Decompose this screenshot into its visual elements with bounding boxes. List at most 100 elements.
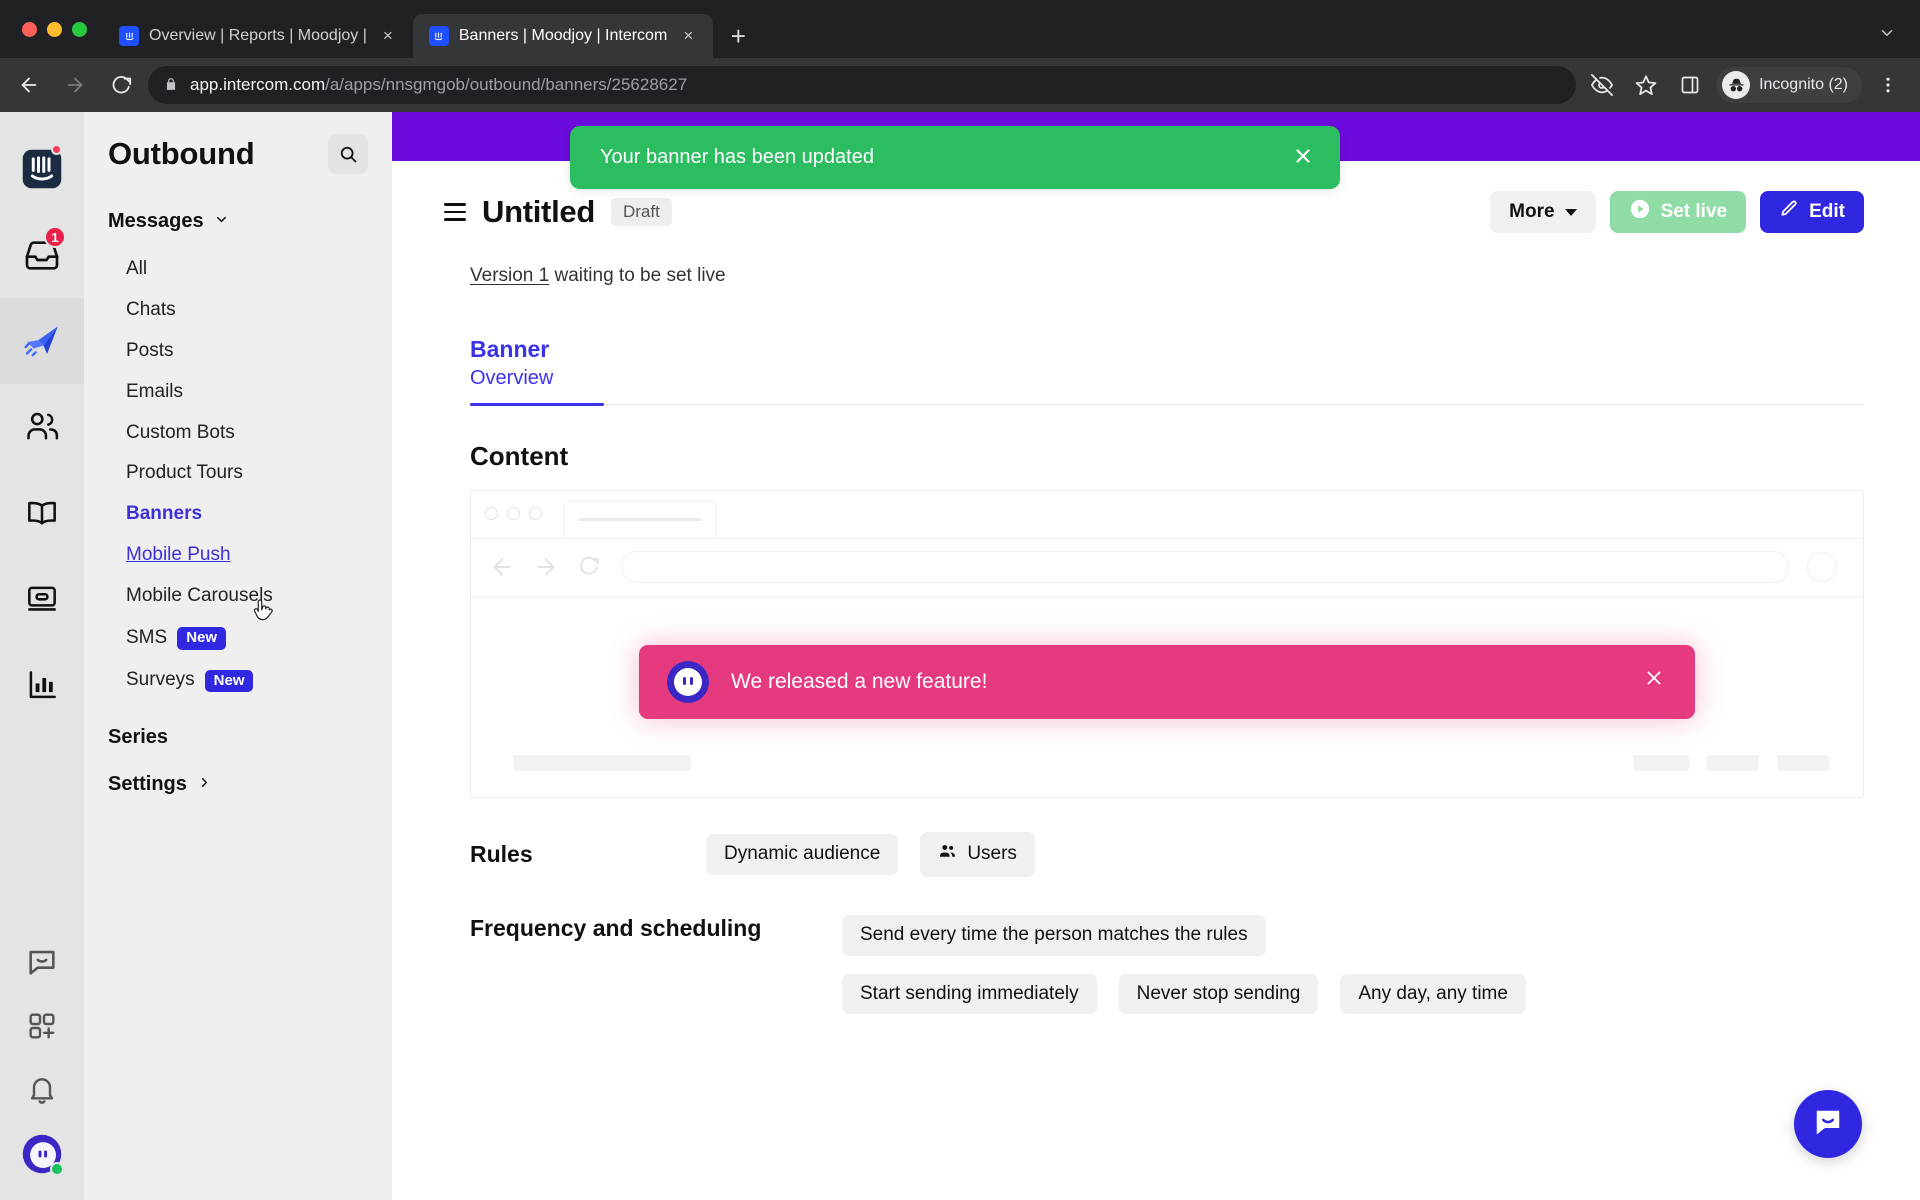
banner-preview: We released a new feature! xyxy=(639,644,1695,719)
rail-item-messenger[interactable] xyxy=(0,930,84,994)
intercom-icon xyxy=(428,26,449,46)
sidebar-item-surveys[interactable]: Surveys New xyxy=(108,660,368,703)
incognito-icon xyxy=(1722,71,1751,99)
sidebar-section-label: Settings xyxy=(108,773,187,796)
rail-item-product-tours[interactable] xyxy=(0,556,84,642)
page-title: Outbound xyxy=(108,136,255,171)
search-icon[interactable] xyxy=(328,134,368,174)
content-tabs: Banner Overview xyxy=(470,335,1864,406)
messenger-launcher-button[interactable] xyxy=(1794,1090,1862,1158)
close-icon[interactable]: × xyxy=(377,25,399,47)
frequency-chip-schedule[interactable]: Any day, any time xyxy=(1340,973,1526,1015)
rules-chip-dynamic-audience[interactable]: Dynamic audience xyxy=(706,833,899,875)
sidebar-item-posts[interactable]: Posts xyxy=(108,331,368,372)
header-actions: More Set live Edit xyxy=(1490,191,1864,233)
avatar[interactable] xyxy=(0,1122,84,1186)
tab-overview[interactable]: Overview xyxy=(470,364,1864,392)
sidebar-item-custom-bots[interactable]: Custom Bots xyxy=(108,413,368,454)
browser-tab-2[interactable]: Banners | Moodjoy | Intercom × xyxy=(412,14,714,58)
profile-button[interactable]: Incognito (2) xyxy=(1716,67,1862,103)
sidebar-item-mobile-carousels[interactable]: Mobile Carousels xyxy=(108,576,368,617)
address-bar[interactable]: app.intercom.com/a/apps/nnsgmgob/outboun… xyxy=(148,66,1577,104)
preview-skeleton-row xyxy=(513,754,1829,771)
skeleton-block xyxy=(513,754,691,771)
rail-item-articles[interactable] xyxy=(0,470,84,556)
chevron-down-icon[interactable] xyxy=(1872,18,1902,48)
preview-forward-arrow-icon xyxy=(533,554,559,580)
sidebar-group-label: Messages xyxy=(108,210,204,232)
sidebar-item-mobile-push[interactable]: Mobile Push xyxy=(108,535,368,576)
eye-slash-icon[interactable] xyxy=(1584,67,1620,103)
edit-label: Edit xyxy=(1809,201,1845,222)
sidebar-item-all[interactable]: All xyxy=(108,249,368,290)
forward-arrow-icon[interactable] xyxy=(56,66,94,104)
preview-reload-icon xyxy=(577,554,603,580)
preview-dot xyxy=(529,507,542,521)
sidebar-item-label: Mobile Carousels xyxy=(126,585,273,607)
frequency-chips-row-2: Start sending immediately Never stop sen… xyxy=(842,973,1526,1015)
reload-icon[interactable] xyxy=(102,66,140,104)
maximize-window-button[interactable] xyxy=(72,21,87,37)
content-header: Untitled Draft More Set live Edit xyxy=(392,181,1920,243)
edit-button[interactable]: Edit xyxy=(1760,191,1864,233)
tab-banner[interactable]: Banner xyxy=(470,335,1864,364)
main-panel: Your banner has been updated Untitled Dr… xyxy=(392,112,1920,1200)
sidebar-item-label: Chats xyxy=(126,298,176,320)
kebab-menu-icon[interactable] xyxy=(1870,67,1906,103)
preview-dot xyxy=(507,507,520,521)
minimize-window-button[interactable] xyxy=(47,21,62,37)
window-controls xyxy=(16,0,103,58)
rail-item-outbound[interactable] xyxy=(0,298,84,384)
frequency-section: Frequency and scheduling Send every time… xyxy=(470,914,1864,1015)
back-arrow-icon[interactable] xyxy=(10,66,48,104)
preview-avatar xyxy=(1807,552,1837,583)
star-icon[interactable] xyxy=(1628,67,1664,103)
frequency-chip-stop[interactable]: Never stop sending xyxy=(1118,973,1319,1015)
sidebar-item-settings[interactable]: Settings xyxy=(108,773,368,796)
rules-chip-label: Dynamic audience xyxy=(724,842,881,864)
new-tab-button[interactable]: + xyxy=(721,19,755,53)
chevron-down-icon xyxy=(214,210,229,233)
preview-page-body: We released a new feature! xyxy=(471,596,1863,797)
version-status-text: waiting to be set live xyxy=(549,265,726,286)
chevron-down-icon xyxy=(1564,208,1577,216)
rail-item-contacts[interactable] xyxy=(0,384,84,470)
tab-strip: Overview | Reports | Moodjoy | × Banners… xyxy=(0,0,1920,58)
intercom-icon xyxy=(119,26,139,46)
chevron-right-icon xyxy=(197,773,212,796)
sidebar-item-chats[interactable]: Chats xyxy=(108,290,368,331)
browser-toolbar: app.intercom.com/a/apps/nnsgmgob/outboun… xyxy=(0,58,1920,112)
sidebar-item-series[interactable]: Series xyxy=(108,726,368,749)
preview-tab xyxy=(564,499,716,538)
more-label: More xyxy=(1509,201,1555,222)
side-panel-icon[interactable] xyxy=(1672,67,1708,103)
play-circle-icon xyxy=(1629,198,1651,226)
rail-item-app-store[interactable] xyxy=(0,994,84,1058)
close-icon[interactable]: × xyxy=(677,25,699,47)
more-button[interactable]: More xyxy=(1490,191,1596,233)
sidebar-item-banners[interactable]: Banners xyxy=(108,494,368,535)
frequency-chip-send-rule[interactable]: Send every time the person matches the r… xyxy=(842,914,1266,956)
close-icon[interactable] xyxy=(1643,667,1665,696)
hamburger-icon[interactable] xyxy=(444,203,466,221)
preview-browser-urlbar xyxy=(471,539,1863,597)
rail-item-inbox[interactable]: 1 xyxy=(0,212,84,298)
url-text: app.intercom.com/a/apps/nnsgmgob/outboun… xyxy=(190,75,687,95)
sidebar-item-emails[interactable]: Emails xyxy=(108,372,368,413)
close-icon[interactable] xyxy=(1292,145,1314,171)
preview-back-arrow-icon xyxy=(489,554,515,580)
profile-label: Incognito (2) xyxy=(1759,76,1848,93)
set-live-button[interactable]: Set live xyxy=(1609,191,1747,233)
rules-chip-users[interactable]: Users xyxy=(920,831,1035,877)
rail-item-notifications[interactable] xyxy=(0,1058,84,1122)
sidebar-item-sms[interactable]: SMS New xyxy=(108,617,368,660)
version-link[interactable]: Version 1 xyxy=(470,265,549,286)
sidebar-group-messages[interactable]: Messages xyxy=(108,210,368,233)
close-window-button[interactable] xyxy=(22,21,37,37)
rail-item-reports[interactable] xyxy=(0,642,84,728)
sidebar-item-product-tours[interactable]: Product Tours xyxy=(108,453,368,494)
browser-tab-1[interactable]: Overview | Reports | Moodjoy | × xyxy=(103,14,413,58)
rail-item-intercom-logo[interactable] xyxy=(0,126,84,212)
frequency-chip-start[interactable]: Start sending immediately xyxy=(842,973,1097,1015)
sidebar-item-label: Mobile Push xyxy=(126,544,231,566)
